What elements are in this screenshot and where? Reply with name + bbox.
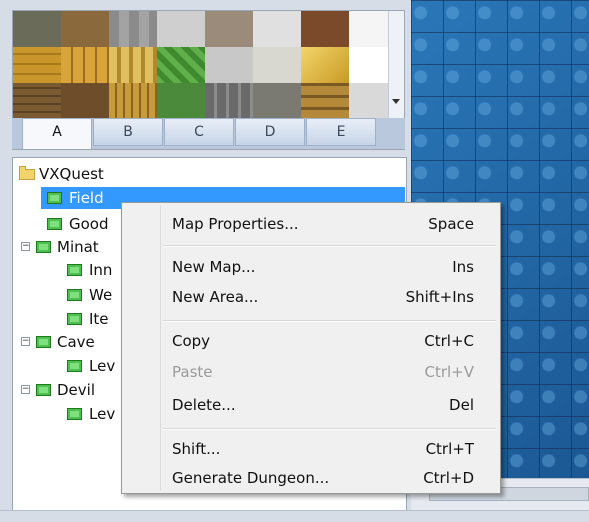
palette-scrollbar[interactable] (388, 11, 404, 119)
tile[interactable] (109, 47, 157, 83)
map-icon (67, 313, 82, 325)
menu-item-label: Paste (172, 363, 213, 381)
tile[interactable] (301, 47, 349, 83)
tree-node-label: Minat (57, 238, 99, 256)
menu-item-new-area[interactable]: New Area... Shift+Ins (124, 284, 498, 310)
tile[interactable] (301, 83, 349, 119)
tile[interactable] (109, 83, 157, 119)
menu-item-label: Map Properties... (172, 215, 299, 233)
tile[interactable] (157, 11, 205, 47)
map-icon (67, 360, 82, 372)
collapse-icon[interactable]: − (21, 385, 30, 394)
tile[interactable] (253, 47, 301, 83)
menu-separator (163, 245, 496, 247)
tile[interactable] (301, 11, 349, 47)
tile[interactable] (61, 47, 109, 83)
menu-item-shift[interactable]: Shift... Ctrl+T (124, 436, 498, 462)
map-icon (67, 408, 82, 420)
tile[interactable] (157, 47, 205, 83)
tileset-palette[interactable] (12, 10, 405, 120)
menu-separator (163, 428, 496, 430)
status-bar (0, 510, 589, 522)
tileset-tiles[interactable] (13, 11, 389, 119)
tab-e[interactable]: E (306, 118, 376, 146)
map-icon (36, 384, 51, 396)
tree-root[interactable]: VXQuest (17, 163, 317, 185)
menu-item-map-properties[interactable]: Map Properties... Space (124, 211, 498, 237)
tree-node-label: Cave (57, 333, 95, 351)
menu-item-paste: Paste Ctrl+V (124, 359, 498, 385)
tree-node-label: Inn (89, 261, 113, 279)
tile[interactable] (253, 83, 301, 119)
menu-item-shortcut: Ctrl+V (424, 363, 474, 381)
tile[interactable] (13, 47, 61, 83)
tile[interactable] (13, 11, 61, 47)
tree-node-label: Lev (89, 405, 116, 423)
tile[interactable] (205, 83, 253, 119)
tab-d[interactable]: D (235, 118, 305, 146)
menu-item-shortcut: Space (428, 215, 474, 233)
menu-item-shortcut: Ctrl+T (425, 440, 474, 458)
tree-node-label: VXQuest (39, 165, 104, 183)
tile[interactable] (61, 11, 109, 47)
tree-node-label: Lev (89, 357, 116, 375)
menu-item-label: New Map... (172, 258, 256, 276)
map-icon (36, 336, 51, 348)
menu-item-delete[interactable]: Delete... Del (124, 392, 498, 418)
tree-node-label: Field (69, 189, 104, 207)
menu-item-label: Delete... (172, 396, 236, 414)
menu-item-shortcut: Ctrl+D (423, 469, 474, 487)
menu-item-label: Copy (172, 332, 211, 350)
tile[interactable] (205, 11, 253, 47)
tile[interactable] (13, 83, 61, 119)
tab-b[interactable]: B (93, 118, 163, 146)
menu-item-generate-dungeon[interactable]: Generate Dungeon... Ctrl+D (124, 465, 498, 491)
tile[interactable] (157, 83, 205, 119)
map-icon (47, 218, 62, 230)
menu-item-label: New Area... (172, 288, 259, 306)
menu-item-label: Generate Dungeon... (172, 469, 330, 487)
menu-separator (163, 320, 496, 322)
tab-a[interactable]: A (22, 118, 92, 149)
tree-node-label: Ite (89, 310, 109, 328)
collapse-icon[interactable]: − (21, 337, 30, 346)
tile[interactable] (349, 11, 389, 47)
tree-node-label: Good (69, 215, 109, 233)
map-icon (67, 289, 82, 301)
menu-item-new-map[interactable]: New Map... Ins (124, 254, 498, 280)
tile[interactable] (349, 83, 389, 119)
tile[interactable] (61, 83, 109, 119)
palette-tabs: A B C D E (12, 118, 405, 150)
scroll-down-icon[interactable] (392, 99, 400, 104)
tile[interactable] (205, 47, 253, 83)
menu-item-label: Shift... (172, 440, 221, 458)
menu-item-shortcut: Del (449, 396, 474, 414)
tab-c[interactable]: C (164, 118, 234, 146)
collapse-icon[interactable]: − (21, 242, 30, 251)
tree-node-label: We (89, 286, 113, 304)
menu-item-copy[interactable]: Copy Ctrl+C (124, 328, 498, 354)
tree-node-label: Devil (57, 381, 95, 399)
menu-item-shortcut: Ctrl+C (424, 332, 474, 350)
tile[interactable] (253, 11, 301, 47)
tile[interactable] (349, 47, 389, 83)
tile[interactable] (109, 11, 157, 47)
folder-icon (19, 166, 35, 180)
map-icon (36, 241, 51, 253)
menu-item-shortcut: Shift+Ins (405, 288, 474, 306)
context-menu: Map Properties... Space New Map... Ins N… (121, 202, 501, 494)
map-icon (47, 192, 62, 204)
menu-item-shortcut: Ins (452, 258, 474, 276)
map-icon (67, 264, 82, 276)
